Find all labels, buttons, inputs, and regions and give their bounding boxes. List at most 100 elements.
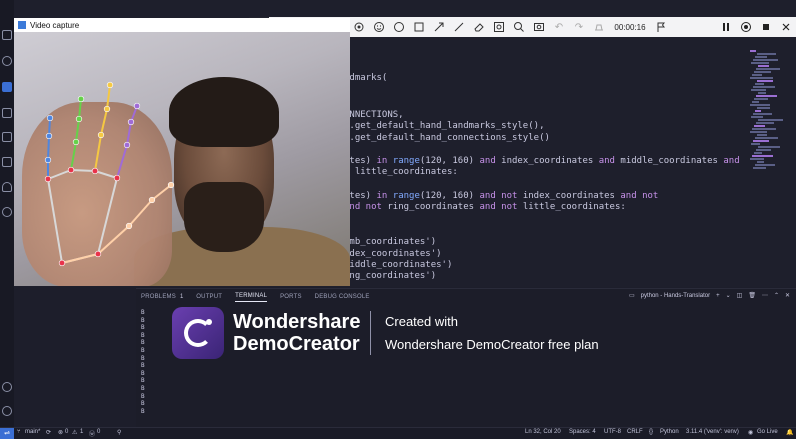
terminal-line: B xyxy=(141,339,145,347)
hand-landmark-point xyxy=(75,115,83,123)
testing-icon[interactable] xyxy=(2,157,12,167)
go-live-button[interactable]: Go Live xyxy=(757,429,778,435)
notifications-icon[interactable]: 🔔 xyxy=(786,429,793,436)
chevron-down-icon[interactable]: ⌄ xyxy=(726,292,731,299)
stop-icon[interactable] xyxy=(756,17,776,37)
arrow-icon[interactable] xyxy=(429,17,449,37)
terminal-icon: ▭ xyxy=(628,293,635,299)
braces-icon[interactable]: {} xyxy=(649,429,653,435)
code-token: ONNECTIONS, xyxy=(344,110,404,120)
code-line[interactable]: ing_coordinates') xyxy=(344,271,436,281)
indentation[interactable]: Spaces: 4 xyxy=(569,429,596,435)
redo-icon[interactable]: ↷ xyxy=(569,17,589,37)
zoom-icon[interactable] xyxy=(509,17,529,37)
account-icon[interactable] xyxy=(2,382,12,392)
palm-connection xyxy=(97,177,118,255)
minimap-line xyxy=(753,113,772,115)
terminal-output[interactable]: BBBBBBBBBBBBBB xyxy=(141,309,145,415)
shapes-icon[interactable] xyxy=(349,17,369,37)
maximize-panel-icon[interactable]: ⌃ xyxy=(774,292,779,299)
port-icon[interactable]: ⚲ xyxy=(117,429,121,436)
video-window-titlebar[interactable]: Video capture xyxy=(14,18,350,32)
settings-gear-icon[interactable] xyxy=(2,406,12,416)
tab-ports[interactable]: PORTS xyxy=(280,294,302,300)
language-mode[interactable]: Python xyxy=(660,429,679,435)
split-terminal-icon[interactable]: ◫ xyxy=(737,292,743,299)
info-count[interactable]: 0 xyxy=(97,429,100,435)
remote-icon[interactable] xyxy=(2,207,12,217)
python-icon[interactable] xyxy=(2,182,12,192)
hand-landmark-point xyxy=(94,250,102,258)
minimap-line xyxy=(756,95,777,97)
sync-icon[interactable]: ⟳ xyxy=(46,429,51,436)
warnings-icon[interactable]: ⚠ xyxy=(72,429,77,436)
eraser-icon[interactable] xyxy=(469,17,489,37)
line-ending[interactable]: CRLF xyxy=(627,429,643,435)
broadcast-icon[interactable]: ◉ xyxy=(748,429,753,436)
terminal-line: B xyxy=(141,331,145,339)
code-line[interactable]: d little_coordinates: xyxy=(344,167,458,177)
close-panel-icon[interactable]: ✕ xyxy=(785,292,790,299)
code-line[interactable]: ONNECTIONS, xyxy=(344,110,404,120)
branch-name[interactable]: main* xyxy=(25,429,40,435)
clear-icon[interactable] xyxy=(589,17,609,37)
video-capture-window[interactable]: Video capture xyxy=(14,18,350,286)
rectangle-icon[interactable] xyxy=(409,17,429,37)
errors-count[interactable]: 0 xyxy=(65,429,68,435)
screenshot-icon[interactable] xyxy=(529,17,549,37)
info-icon[interactable]: ⓦ xyxy=(89,429,95,438)
palm-connection xyxy=(47,169,72,180)
code-line[interactable]: umb_coordinates') xyxy=(344,237,436,247)
cursor-position[interactable]: Ln 32, Col 20 xyxy=(525,429,561,435)
finger-connection xyxy=(116,144,128,179)
code-token: middle_coordinates') xyxy=(344,260,453,270)
tab-output[interactable]: OUTPUT xyxy=(196,294,222,300)
code-line[interactable]: ates) in range(120, 160) and index_coord… xyxy=(344,156,740,166)
encoding[interactable]: UTF-8 xyxy=(604,429,621,435)
python-interpreter[interactable]: 3.11.4 ('venv': venv) xyxy=(686,429,739,435)
code-line[interactable]: ndmarks( xyxy=(344,73,387,83)
flag-icon[interactable] xyxy=(651,17,671,37)
emoji-icon[interactable] xyxy=(369,17,389,37)
tab-terminal[interactable]: TERMINAL xyxy=(235,293,268,302)
branch-icon[interactable]: ⑂ xyxy=(17,429,21,435)
undo-icon[interactable]: ↶ xyxy=(549,17,569,37)
minimap-line xyxy=(755,110,761,112)
app-icon xyxy=(18,21,26,29)
code-line[interactable]: and not ring_coordinates and not little_… xyxy=(344,202,626,212)
terminal-line: B xyxy=(141,309,145,316)
warnings-count[interactable]: 1 xyxy=(80,429,83,435)
spotlight-icon[interactable] xyxy=(489,17,509,37)
trash-icon[interactable]: 🗑 xyxy=(748,292,756,299)
hand-landmark-point xyxy=(125,222,133,230)
minimap-line xyxy=(755,137,778,139)
webcam-icon[interactable] xyxy=(736,17,756,37)
errors-icon[interactable]: ⊗ xyxy=(58,429,63,436)
source-control-icon[interactable] xyxy=(2,82,12,92)
tab-debug-console[interactable]: DEBUG CONSOLE xyxy=(315,294,370,300)
code-token: in xyxy=(376,191,393,201)
circle-icon[interactable] xyxy=(389,17,409,37)
pause-icon[interactable] xyxy=(716,17,736,37)
close-icon[interactable] xyxy=(776,17,796,37)
code-line[interactable]: ates) in range(120, 160) and not index_c… xyxy=(344,191,658,201)
code-line[interactable]: middle_coordinates') xyxy=(344,260,452,270)
code-line[interactable]: ndex_coordinates') xyxy=(344,249,442,259)
new-terminal-icon[interactable]: + xyxy=(716,293,720,299)
more-icon[interactable]: ⋯ xyxy=(762,292,768,299)
terminal-name[interactable]: python - Hands-Translator xyxy=(641,293,710,299)
code-line[interactable]: s.get_default_hand_connections_style() xyxy=(344,133,550,143)
minimap[interactable] xyxy=(750,50,783,170)
extensions-icon[interactable] xyxy=(2,132,12,142)
tab-problems[interactable]: PROBLEMS xyxy=(141,294,176,300)
remote-indicator-icon[interactable]: ⇌ xyxy=(0,428,14,439)
minimap-line xyxy=(752,155,773,157)
palm-connection xyxy=(94,170,118,179)
code-token: s.get_default_hand_connections_style() xyxy=(344,133,550,143)
search-icon[interactable] xyxy=(2,56,12,66)
line-icon[interactable] xyxy=(449,17,469,37)
run-debug-icon[interactable] xyxy=(2,108,12,118)
explorer-icon[interactable] xyxy=(2,30,12,40)
hand-landmark-point xyxy=(72,138,80,146)
code-line[interactable]: s.get_default_hand_landmarks_style(), xyxy=(344,121,544,131)
